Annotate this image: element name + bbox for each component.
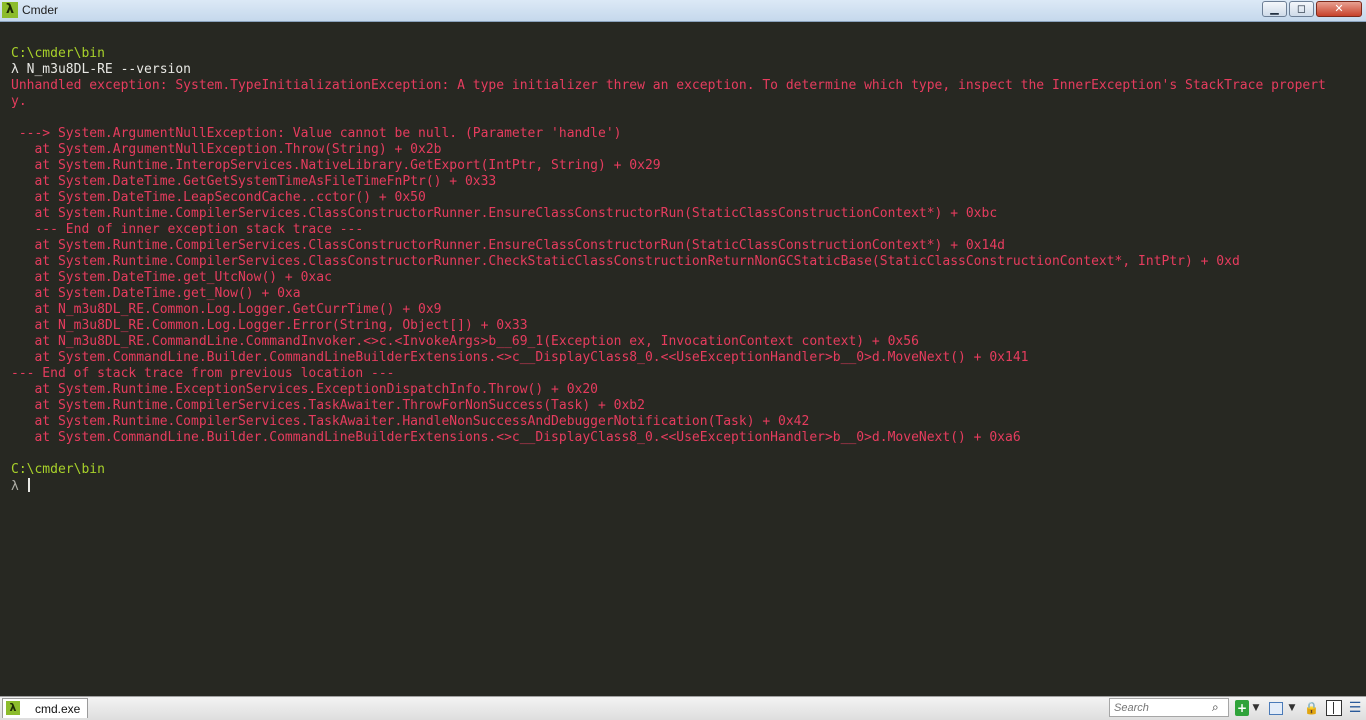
search-input[interactable] <box>1112 700 1212 715</box>
console-line: at N_m3u8DL_RE.CommandLine.CommandInvoke… <box>11 334 919 349</box>
status-bar: λ cmd.exe ⌕ + ▼ ▼ 🔒 ☰ <box>0 696 1366 720</box>
menu-icon[interactable]: ☰ <box>1348 700 1362 716</box>
maximize-button[interactable]: ◻ <box>1289 1 1314 17</box>
console-line: Unhandled exception: System.TypeInitiali… <box>11 78 1326 93</box>
search-icon[interactable]: ⌕ <box>1212 700 1219 715</box>
console-line: at System.CommandLine.Builder.CommandLin… <box>11 350 1029 365</box>
prompt-line[interactable]: λ <box>11 478 1361 494</box>
console-line: at System.CommandLine.Builder.CommandLin… <box>11 430 1021 445</box>
console-line: at System.DateTime.LeapSecondCache..ccto… <box>11 190 426 205</box>
window-title: Cmder <box>22 3 59 17</box>
console-line: at N_m3u8DL_RE.Common.Log.Logger.GetCurr… <box>11 302 442 317</box>
chevron-down-icon[interactable]: ▼ <box>1251 700 1261 716</box>
console-line: at System.Runtime.CompilerServices.TaskA… <box>11 414 810 429</box>
console-line: at System.Runtime.CompilerServices.Class… <box>11 254 1240 269</box>
prompt-glyph: λ <box>11 479 27 494</box>
console-line: y. <box>11 94 27 109</box>
console-line: at System.DateTime.get_Now() + 0xa <box>11 286 301 301</box>
minimize-button[interactable]: ▁ <box>1262 1 1287 17</box>
close-button[interactable]: ✕ <box>1316 1 1362 17</box>
lock-icon[interactable]: 🔒 <box>1304 700 1319 716</box>
console-line: ---> System.ArgumentNullException: Value… <box>11 126 622 141</box>
console-line: at N_m3u8DL_RE.Common.Log.Logger.Error(S… <box>11 318 528 333</box>
window-layout-icon[interactable] <box>1269 702 1283 715</box>
title-bar[interactable]: λ Cmder ▁ ◻ ✕ <box>0 0 1366 22</box>
console-line: --- End of stack trace from previous loc… <box>11 366 395 381</box>
console-line: at System.DateTime.GetGetSystemTimeAsFil… <box>11 174 497 189</box>
console-line: at System.ArgumentNullException.Throw(St… <box>11 142 442 157</box>
new-console-button[interactable]: + <box>1235 700 1249 716</box>
text-cursor <box>27 478 30 492</box>
tab-label: cmd.exe <box>35 702 81 716</box>
console-line: at System.Runtime.ExceptionServices.Exce… <box>11 382 598 397</box>
console-line: at System.Runtime.CompilerServices.Class… <box>11 206 998 221</box>
command-line: λ N_m3u8DL-RE --version <box>11 62 192 77</box>
tab-cmd-exe[interactable]: λ cmd.exe <box>2 698 88 718</box>
cmder-window: λ Cmder ▁ ◻ ✕ C:\cmder\bin λ N_m3u8DL-RE … <box>0 0 1366 720</box>
split-panes-icon[interactable] <box>1326 700 1342 716</box>
prompt-path: C:\cmder\bin <box>11 46 105 61</box>
console-output[interactable]: C:\cmder\bin λ N_m3u8DL-RE --version Unhan… <box>11 46 1361 686</box>
search-box[interactable]: ⌕ <box>1109 698 1229 717</box>
console-line: --- End of inner exception stack trace -… <box>11 222 364 237</box>
console-line: at System.Runtime.CompilerServices.TaskA… <box>11 398 645 413</box>
console-line: at System.Runtime.CompilerServices.Class… <box>11 238 1005 253</box>
lambda-icon[interactable]: λ <box>2 2 18 18</box>
lambda-icon: λ <box>6 701 20 715</box>
prompt-path: C:\cmder\bin <box>11 462 105 477</box>
console-line: at System.DateTime.get_UtcNow() + 0xac <box>11 270 332 285</box>
chevron-down-icon[interactable]: ▼ <box>1287 700 1297 716</box>
console-line: at System.Runtime.InteropServices.Native… <box>11 158 661 173</box>
